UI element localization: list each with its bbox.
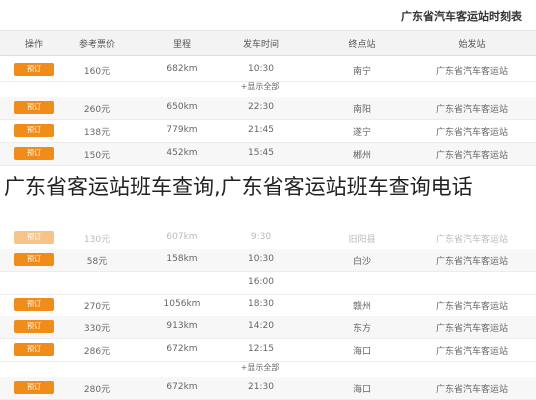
price-cell: 130元 — [83, 235, 111, 245]
table-row: 预订 150元 452km 15:45 郴州 广东省汽车客运站 — [0, 143, 536, 166]
origin-cell: 广东省汽车客运站 — [435, 105, 509, 115]
distance-cell: 1056km — [163, 299, 201, 309]
distance-cell: 672km — [166, 382, 198, 392]
distance-cell: 672km — [166, 344, 198, 354]
origin-cell: 广东省汽车客运站 — [435, 128, 509, 138]
distance-cell: 452km — [166, 148, 198, 158]
price-cell: 150元 — [83, 151, 111, 161]
time-cell: 22:30 — [248, 102, 274, 112]
price-cell: 58元 — [86, 257, 108, 267]
distance-cell: 607km — [166, 232, 198, 242]
price-cell: 270元 — [83, 302, 111, 312]
book-button[interactable]: 预订 — [14, 101, 54, 114]
destination-cell: 遂宁 — [352, 128, 372, 138]
header-origin: 始发站 — [458, 40, 486, 50]
destination-cell: 赣州 — [352, 302, 372, 312]
time-cell: 21:45 — [248, 125, 274, 135]
distance-cell: 650km — [166, 102, 198, 112]
table-row: 预订 286元 672km 12:15 海口 广东省汽车客运站 — [0, 339, 536, 362]
destination-cell: 海口 — [352, 347, 372, 357]
table-row: 16:00 — [0, 272, 536, 295]
title-bar: 广东省汽车客运站时刻表 — [0, 0, 536, 31]
table-row: 预订 270元 1056km 18:30 赣州 广东省汽车客运站 — [0, 294, 536, 317]
time-cell: 9:30 — [250, 232, 272, 242]
origin-cell: 广东省汽车客运站 — [435, 324, 509, 334]
price-cell: 160元 — [83, 67, 111, 77]
price-cell: 260元 — [83, 105, 111, 115]
book-button[interactable]: 预订 — [14, 320, 54, 333]
book-button[interactable]: 预订 — [14, 124, 54, 137]
book-button[interactable]: 预订 — [14, 343, 54, 356]
time-cell: 10:30 — [248, 254, 274, 264]
time-cell: 18:30 — [248, 299, 274, 309]
price-cell: 280元 — [83, 385, 111, 395]
book-button[interactable]: 预订 — [14, 253, 54, 266]
table-row: 预订 160元 682km 10:30 南宁 广东省汽车客运站 — [0, 59, 536, 82]
table-row: 预订 330元 913km 14:20 东方 广东省汽车客运站 — [0, 316, 536, 339]
destination-cell: 旧阳县 — [348, 235, 376, 245]
show-all-label: +显示全部 — [240, 82, 280, 91]
show-all-link[interactable]: +显示全部 — [0, 80, 536, 94]
origin-cell: 广东省汽车客运站 — [435, 257, 509, 267]
table-row: 预订 280元 672km 21:30 海口 广东省汽车客运站 — [0, 377, 536, 400]
destination-cell: 海口 — [352, 385, 372, 395]
destination-cell: 南阳 — [352, 105, 372, 115]
destination-cell: 郴州 — [352, 151, 372, 161]
distance-cell: 158km — [166, 254, 198, 264]
header-departure-time: 发车时间 — [242, 40, 280, 50]
header-price: 参考票价 — [78, 40, 116, 50]
destination-cell: 东方 — [352, 324, 372, 334]
book-button[interactable]: 预订 — [14, 298, 54, 311]
book-button[interactable]: 预订 — [14, 63, 54, 76]
table-row: 预订 130元 607km 9:30 旧阳县 广东省汽车客运站 — [0, 227, 536, 250]
time-cell: 12:15 — [248, 344, 274, 354]
table-header: 操作 参考票价 里程 发车时间 终点站 始发站 — [0, 31, 536, 56]
origin-cell: 广东省汽车客运站 — [435, 302, 509, 312]
price-cell: 286元 — [83, 347, 111, 357]
time-cell: 15:45 — [248, 148, 274, 158]
book-button[interactable]: 预订 — [14, 231, 54, 244]
origin-cell: 广东省汽车客运站 — [435, 235, 509, 245]
time-cell: 16:00 — [248, 277, 274, 287]
header-operation: 操作 — [24, 40, 44, 50]
origin-cell: 广东省汽车客运站 — [435, 67, 509, 77]
table-row: 预订 58元 158km 10:30 白沙 广东省汽车客运站 — [0, 249, 536, 272]
destination-cell: 南宁 — [352, 67, 372, 77]
header-distance: 里程 — [172, 40, 192, 50]
origin-cell: 广东省汽车客运站 — [435, 347, 509, 357]
book-button[interactable]: 预订 — [14, 381, 54, 394]
origin-cell: 广东省汽车客运站 — [435, 151, 509, 161]
show-all-link[interactable]: +显示全部 — [0, 361, 536, 375]
book-button[interactable]: 预订 — [14, 147, 54, 160]
origin-cell: 广东省汽车客运站 — [435, 385, 509, 395]
time-cell: 21:30 — [248, 382, 274, 392]
time-cell: 14:20 — [248, 321, 274, 331]
distance-cell: 779km — [166, 125, 198, 135]
price-cell: 138元 — [83, 128, 111, 138]
time-cell: 10:30 — [248, 64, 274, 74]
price-cell: 330元 — [83, 324, 111, 334]
header-destination: 终点站 — [348, 40, 376, 50]
table-row: 预订 260元 650km 22:30 南阳 广东省汽车客运站 — [0, 97, 536, 120]
table-row: 预订 138元 779km 21:45 遂宁 广东省汽车客运站 — [0, 120, 536, 143]
show-all-label: +显示全部 — [240, 363, 280, 372]
destination-cell: 白沙 — [352, 257, 372, 267]
distance-cell: 913km — [166, 321, 198, 331]
distance-cell: 682km — [166, 64, 198, 74]
overlay-caption: 广东省客运站班车查询,广东省客运站班车查询电话 — [4, 175, 473, 199]
page-title: 广东省汽车客运站时刻表 — [401, 10, 522, 23]
